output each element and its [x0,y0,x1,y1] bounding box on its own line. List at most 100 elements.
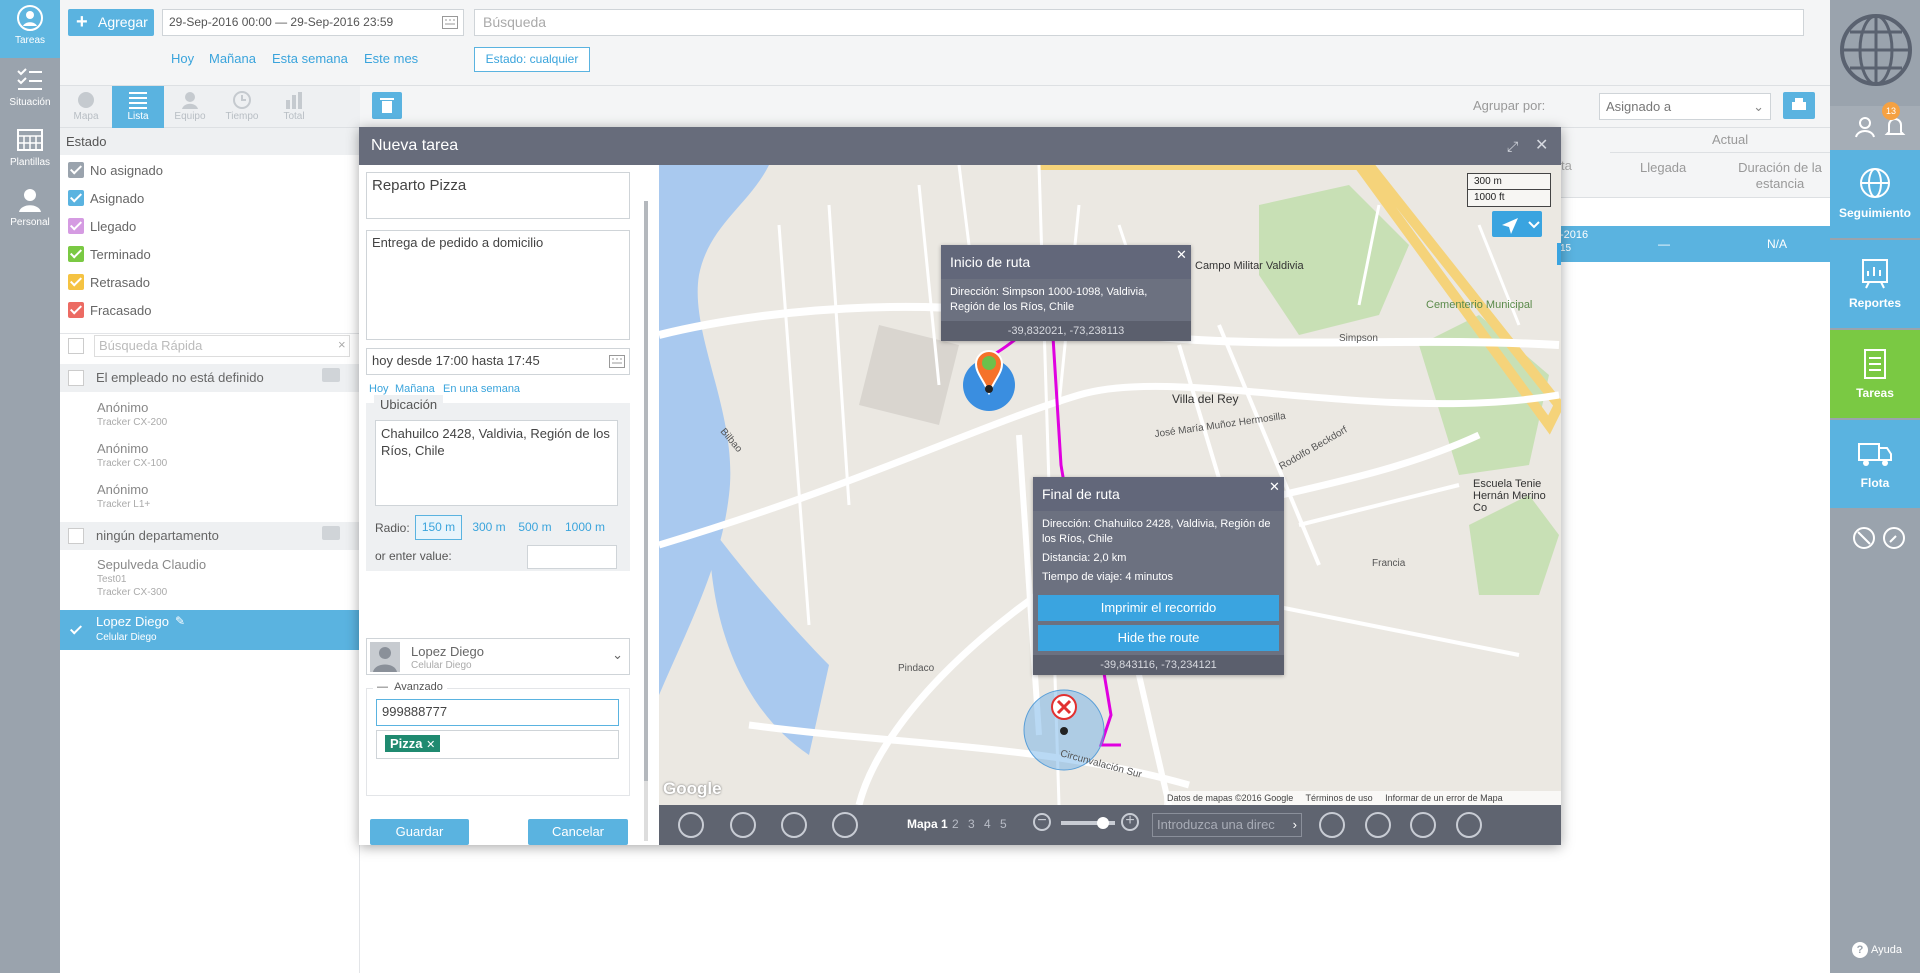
tab-total[interactable]: Total [268,86,320,128]
status-no-asignado[interactable]: No asignado [68,158,163,184]
map-attribution[interactable]: Datos de mapas ©2016 Google Términos de … [1164,791,1561,805]
map-tab-3[interactable]: 3 [968,817,975,831]
zoom-in-icon[interactable]: + [1121,813,1139,831]
save-button[interactable]: Guardar [370,819,469,845]
no-location-icon[interactable] [1852,526,1876,550]
radius-value-input[interactable] [527,545,617,569]
chat-icon[interactable] [322,368,340,382]
date-range-field[interactable]: 29-Sep-2016 00:00 — 29-Sep-2016 23:59 [162,9,464,36]
expand-icon[interactable]: ⤢ [1507,127,1518,165]
list-item[interactable]: Anónimo Tracker L1+ [97,482,150,510]
map-view[interactable]: Cementerio Municipal Villa del Rey Escue… [659,165,1561,805]
time-quick-hoy[interactable]: Hoy [369,383,389,395]
nav-personal[interactable]: Personal [0,182,60,240]
time-quick-manana[interactable]: Mañana [395,383,435,395]
status-llegado[interactable]: Llegado [68,214,136,240]
layers-icon[interactable] [1410,812,1436,838]
address-search-input[interactable]: Introduzca una direc › [1152,813,1302,837]
map-tab-2[interactable]: 2 [952,817,959,831]
tags-input[interactable]: Pizza ✕ [376,730,619,759]
pin-icon[interactable] [832,812,858,838]
ruler-icon[interactable] [678,812,704,838]
polygon-icon[interactable] [1365,812,1391,838]
print-route-button[interactable]: Imprimir el recorrido [1038,595,1279,621]
print-button[interactable] [1783,92,1815,119]
nav-tareas-right[interactable]: Tareas [1830,330,1920,418]
status-asignado[interactable]: Asignado [68,186,144,212]
close-icon[interactable]: ✕ [1176,247,1187,263]
fullscreen-icon[interactable] [1456,812,1482,838]
quick-este-mes[interactable]: Este mes [364,51,418,66]
start-marker-icon[interactable] [973,349,1005,395]
group-checkbox[interactable] [68,370,84,386]
location-address-input[interactable]: Chahuilco 2428, Valdivia, Región de los … [375,420,618,506]
advanced-toggle[interactable]: — Avanzado [373,681,447,693]
nav-reportes[interactable]: Reportes [1830,240,1920,328]
tab-lista[interactable]: Lista [112,86,164,128]
task-name-input[interactable]: Reparto Pizza [366,172,630,219]
tab-equipo[interactable]: Equipo [164,86,216,128]
radius-option-500[interactable]: 500 m [514,515,556,540]
quick-hoy[interactable]: Hoy [171,51,194,66]
help-link[interactable]: ? Ayuda [1852,942,1902,958]
map-tab-4[interactable]: 4 [984,817,991,831]
table-row[interactable]: Lopez Diego ✎ Celular Diego [60,610,360,650]
clipboard-icon [1864,349,1886,379]
add-button[interactable]: + Agregar [68,9,154,36]
chat-icon[interactable] [322,526,340,540]
tab-mapa[interactable]: Mapa [60,86,112,128]
scrollbar[interactable] [644,201,648,841]
group-by-select[interactable]: Asignado a ⌄ [1599,93,1771,120]
keyboard-icon[interactable] [609,355,625,368]
time-input[interactable]: hoy desde 17:00 hasta 17:45 [366,348,630,375]
assignee-select[interactable]: Lopez Diego Celular Diego ⌄ [366,638,630,675]
status-terminado[interactable]: Terminado [68,242,151,268]
share-icon[interactable] [781,812,807,838]
pencil-icon[interactable]: ✎ [175,614,185,628]
keyboard-icon[interactable] [442,16,458,29]
status-retrasado[interactable]: Retrasado [68,270,150,296]
status-fracasado[interactable]: Fracasado [68,298,151,324]
tab-tiempo[interactable]: Tiempo [216,86,268,128]
map-tab-1[interactable]: Mapa 1 [907,817,948,831]
list-item[interactable]: Anónimo Tracker CX-100 [97,441,167,469]
clear-search-icon[interactable]: × [338,337,346,352]
description-input[interactable]: Entrega de pedido a domicilio [366,230,630,340]
nav-tareas[interactable]: Tareas [0,0,60,58]
wrench-icon[interactable] [1882,526,1906,550]
phone-input[interactable]: 999888777 [376,699,619,726]
nav-seguimiento[interactable]: Seguimiento [1830,150,1920,238]
quick-manana[interactable]: Mañana [209,51,256,66]
radius-option-150[interactable]: 150 m [415,515,462,540]
traffic-light-icon[interactable] [730,812,756,838]
table-row[interactable]: -2016 15 — N/A [1560,226,1830,262]
zoom-slider[interactable] [1061,817,1115,829]
close-icon[interactable]: ✕ [1269,479,1280,495]
end-marker-icon[interactable] [1048,691,1080,737]
user-icon[interactable] [1854,116,1876,138]
nav-plantillas[interactable]: Plantillas [0,122,60,180]
zoom-out-icon[interactable]: − [1033,813,1051,831]
estado-filter[interactable]: Estado: cualquier [474,47,590,72]
remove-tag-icon[interactable]: ✕ [426,739,435,751]
select-all-checkbox[interactable] [68,338,84,354]
radius-option-300[interactable]: 300 m [468,515,510,540]
cancel-button[interactable]: Cancelar [528,819,628,845]
search-input[interactable]: Búsqueda [474,9,1804,36]
quick-esta-semana[interactable]: Esta semana [272,51,348,66]
group-checkbox[interactable] [68,528,84,544]
time-quick-semana[interactable]: En una semana [443,383,520,395]
locate-button[interactable] [1492,211,1542,237]
radius-option-1000[interactable]: 1000 m [560,515,610,540]
list-item[interactable]: Anónimo Tracker CX-200 [97,400,167,428]
delete-button[interactable] [372,92,402,119]
nav-flota[interactable]: Flota [1830,420,1920,508]
nav-situacion[interactable]: Situación [0,62,60,120]
map-tab-5[interactable]: 5 [1000,817,1007,831]
zoom-handle[interactable] [1097,817,1109,829]
quick-search-input[interactable]: Búsqueda Rápida [94,335,350,357]
list-item[interactable]: Sepulveda Claudio Test01 Tracker CX-300 [97,557,206,598]
hide-route-button[interactable]: Hide the route [1038,625,1279,651]
geofence-icon[interactable] [1319,812,1345,838]
close-icon[interactable]: ✕ [1535,127,1548,165]
